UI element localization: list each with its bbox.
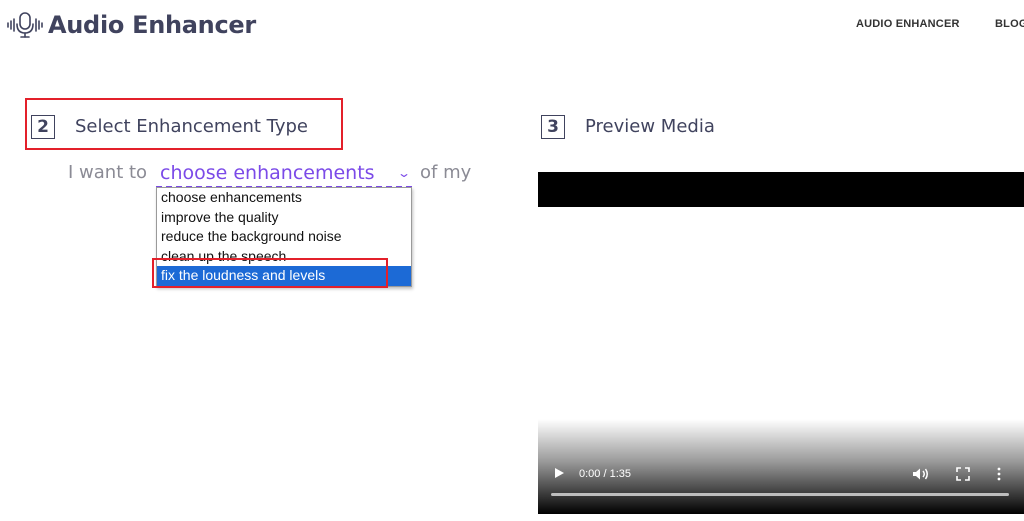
site-title: Audio Enhancer	[48, 11, 256, 39]
dropdown-option[interactable]: choose enhancements	[157, 188, 411, 208]
enhancement-select-value: choose enhancements	[160, 162, 375, 184]
section-title-preview: Preview Media	[585, 116, 715, 137]
nav-link-audio-enhancer[interactable]: AUDIO ENHANCER	[856, 18, 960, 30]
enhancement-select[interactable]: choose enhancements ⌄	[156, 160, 412, 188]
chevron-down-icon: ⌄	[396, 166, 412, 180]
video-top-bar	[538, 172, 1024, 207]
video-controls-gradient	[538, 419, 1024, 514]
play-icon[interactable]	[555, 468, 564, 478]
sentence-prefix: I want to	[68, 162, 148, 183]
annotation-highlight-option	[152, 258, 388, 288]
fullscreen-icon[interactable]	[956, 467, 970, 481]
volume-icon[interactable]	[912, 467, 930, 481]
video-time: 0:00 / 1:35	[579, 468, 631, 480]
video-progress-bar[interactable]	[551, 493, 1009, 496]
dropdown-option[interactable]: improve the quality	[157, 208, 411, 228]
logo[interactable]: Audio Enhancer	[6, 10, 256, 40]
dropdown-option[interactable]: reduce the background noise	[157, 227, 411, 247]
video-player[interactable]: 0:00 / 1:35	[538, 172, 1024, 514]
microphone-waveform-icon	[7, 12, 43, 38]
step-number-badge: 3	[541, 115, 565, 139]
more-options-icon[interactable]	[995, 467, 1003, 481]
sentence-suffix: of my	[420, 162, 472, 183]
nav-link-blog[interactable]: BLOG	[995, 18, 1024, 30]
annotation-highlight-title	[25, 98, 343, 150]
